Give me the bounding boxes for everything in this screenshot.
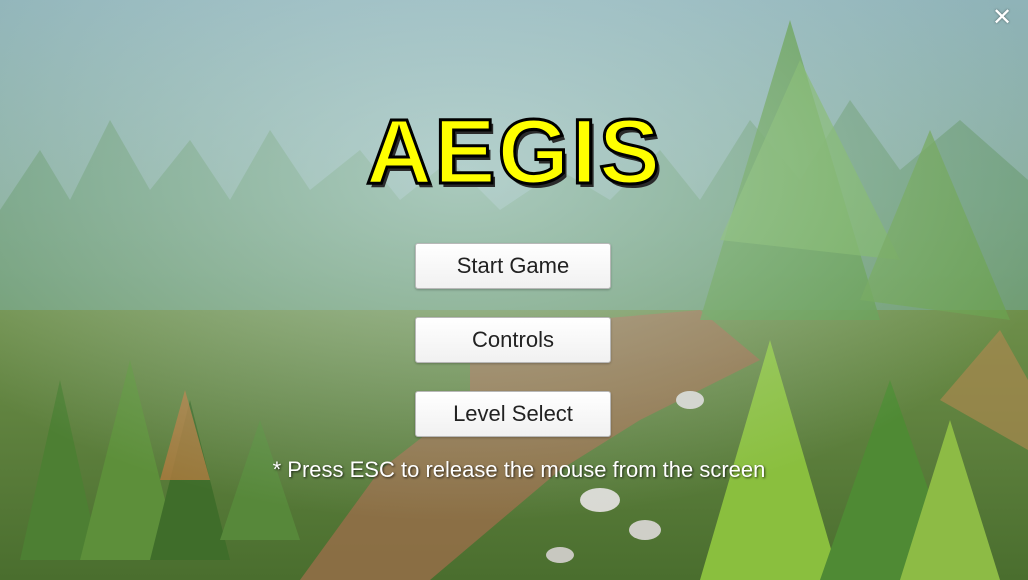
game-title: AEGIS — [364, 100, 663, 205]
esc-hint-text: * Press ESC to release the mouse from th… — [272, 457, 766, 482]
controls-button[interactable]: Controls — [415, 317, 611, 363]
start-game-button[interactable]: Start Game — [415, 243, 611, 289]
level-select-button[interactable]: Level Select — [415, 391, 611, 437]
main-menu: Start Game Controls Level Select — [415, 243, 611, 465]
main-menu-scene: ✕ AEGIS Start Game Controls Level Select… — [0, 0, 1028, 580]
close-icon[interactable]: ✕ — [990, 6, 1014, 30]
